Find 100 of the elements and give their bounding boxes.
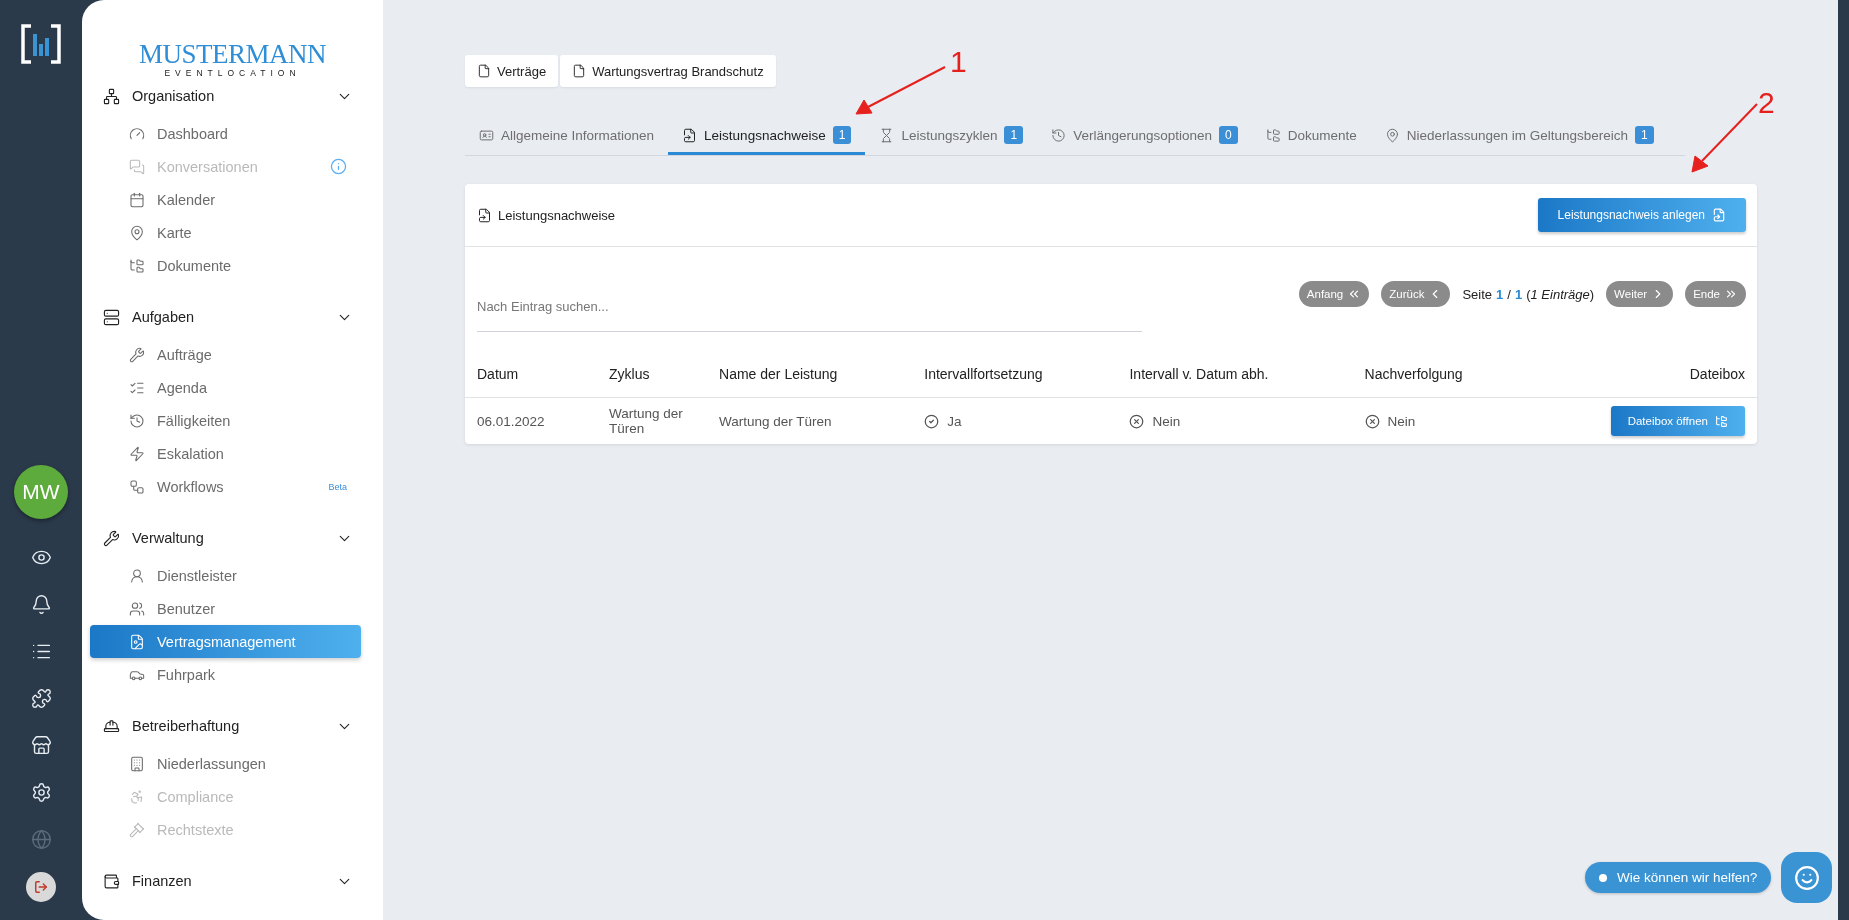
user-avatar[interactable]: MW — [14, 465, 68, 519]
table-cell: Nein — [1352, 397, 1529, 444]
sidebar-section-header[interactable]: Verwaltung — [82, 521, 383, 555]
smile-icon — [1793, 864, 1820, 891]
sidebar-item[interactable]: Aufträge — [90, 338, 361, 371]
breadcrumb-item[interactable]: Verträge — [465, 55, 559, 87]
count-badge: 0 — [1219, 126, 1238, 144]
tab-icon — [1265, 127, 1281, 143]
sidebar-item[interactable]: Dashboard — [90, 117, 361, 150]
tab[interactable]: Verlängerungsoptionen 0 — [1037, 118, 1252, 155]
sidebar-item[interactable]: Workflows Beta — [90, 470, 361, 503]
column-header: Name der Leistung — [707, 351, 913, 398]
logo-title: MUSTERMANN — [139, 40, 326, 68]
tab-icon — [479, 127, 494, 143]
add-button[interactable]: Leistungsnachweis anlegen — [1537, 198, 1746, 232]
annotation-number: 1 — [950, 45, 967, 79]
menu-icon — [129, 478, 145, 495]
puzzle-icon[interactable] — [30, 688, 52, 709]
folder-tree-icon — [1715, 414, 1728, 428]
tab[interactable]: Leistungsnachweise 1 — [668, 118, 866, 155]
page-info: Seite 1 / 1 (1 Einträge) — [1462, 286, 1595, 302]
card-title: Leistungsnachweise — [477, 207, 616, 223]
sidebar-item[interactable]: Benutzer — [90, 592, 361, 625]
column-header: Dateibox — [1528, 351, 1757, 398]
annotation-arrow — [1691, 103, 1758, 173]
sidebar-item[interactable]: Niederlassungen — [90, 747, 361, 780]
logout-button[interactable] — [26, 872, 56, 902]
search-field[interactable]: Nach Eintrag suchen... — [477, 281, 1142, 332]
sidebar-item[interactable]: Dokumente — [90, 249, 361, 282]
column-header: Intervallfortsetzung — [912, 351, 1118, 398]
app-logo-icon[interactable] — [19, 22, 63, 66]
sidebar-item[interactable]: Karte — [90, 216, 361, 249]
menu-icon — [129, 600, 145, 617]
sidebar-item[interactable]: Fälligkeiten — [90, 404, 361, 437]
sidebar-item[interactable]: Dienstleister — [90, 559, 361, 592]
menu-icon — [129, 257, 145, 274]
previous-page-button[interactable]: Zurück — [1381, 281, 1451, 307]
table-cell: 06.01.2022 — [465, 397, 598, 444]
menu-icon — [129, 125, 145, 142]
cross-circle-icon — [1129, 413, 1145, 429]
tab[interactable]: Dokumente — [1251, 118, 1371, 155]
table-cell: Nein — [1117, 397, 1353, 444]
section-icon — [103, 87, 120, 105]
table-cell: Wartung der Türen — [597, 397, 708, 444]
menu-icon — [129, 821, 145, 838]
menu-icon — [129, 346, 145, 363]
menu-icon — [129, 412, 145, 429]
sidebar-item[interactable]: Fuhrpark — [90, 658, 361, 691]
sidebar-item[interactable]: Vertragsmanagement — [90, 625, 361, 658]
sidebar-item[interactable]: Kalender — [90, 183, 361, 216]
tab-icon — [682, 127, 698, 143]
count-badge: 1 — [1635, 126, 1654, 144]
section-icon — [103, 717, 120, 735]
section-icon — [103, 872, 120, 890]
menu-icon — [129, 224, 145, 241]
section-icon — [103, 529, 120, 547]
section-icon — [103, 308, 120, 326]
document-icon — [572, 64, 587, 78]
check-circle-icon — [924, 413, 940, 429]
tab-icon — [1051, 127, 1067, 143]
sidebar-section-header[interactable]: Finanzen — [82, 864, 383, 898]
beta-tag: Beta — [328, 481, 347, 492]
logout-icon — [34, 880, 48, 894]
help-chat-button[interactable]: Wie können wir helfen? — [1585, 862, 1772, 893]
sidebar-section-header[interactable]: Betreiberhaftung — [82, 709, 383, 743]
column-header: Zyklus — [597, 351, 708, 398]
tab[interactable]: Leistungszyklen 1 — [865, 118, 1038, 155]
count-badge: 1 — [832, 126, 852, 144]
bell-icon[interactable] — [30, 594, 52, 615]
chat-button[interactable] — [1781, 852, 1832, 903]
last-page-button[interactable]: Ende — [1685, 281, 1746, 307]
sidebar-section-header[interactable]: Organisation — [82, 79, 383, 113]
first-page-button[interactable]: Anfang — [1298, 281, 1370, 307]
sidebar-item[interactable]: Eskalation — [90, 437, 361, 470]
tab[interactable]: Allgemeine Informationen — [465, 118, 669, 155]
menu-icon — [129, 191, 145, 208]
table-cell: Ja — [912, 397, 1118, 444]
column-header: Intervall v. Datum abh. — [1117, 351, 1353, 398]
double-chevron-right-icon — [1724, 287, 1738, 301]
annotation-number: 2 — [1758, 86, 1775, 120]
menu-icon — [129, 633, 145, 650]
menu-icon — [129, 158, 145, 175]
table-cell: Wartung der Türen — [707, 397, 913, 444]
sidebar-section-header[interactable]: Aufgaben — [82, 300, 383, 334]
count-badge: 1 — [1004, 126, 1024, 144]
menu-icon — [129, 755, 145, 772]
breadcrumb-item[interactable]: Wartungsvertrag Brandschutz — [560, 55, 776, 87]
store-icon[interactable] — [30, 735, 52, 756]
column-header: Nachverfolgung — [1352, 351, 1529, 398]
document-icon — [477, 207, 492, 223]
tab-icon — [1384, 127, 1400, 143]
next-page-button[interactable]: Weiter — [1606, 281, 1674, 307]
settings-icon[interactable] — [30, 782, 52, 803]
document-icon — [477, 64, 491, 78]
logo-subtitle: EVENTLOCATION — [164, 68, 301, 78]
sidebar-item[interactable]: Agenda — [90, 371, 361, 404]
tab[interactable]: Niederlassungen im Geltungsbereich 1 — [1370, 118, 1668, 155]
cross-circle-icon — [1364, 413, 1380, 429]
open-dateibox-button[interactable]: Dateibox öffnen — [1610, 406, 1745, 436]
column-header: Datum — [465, 351, 598, 398]
